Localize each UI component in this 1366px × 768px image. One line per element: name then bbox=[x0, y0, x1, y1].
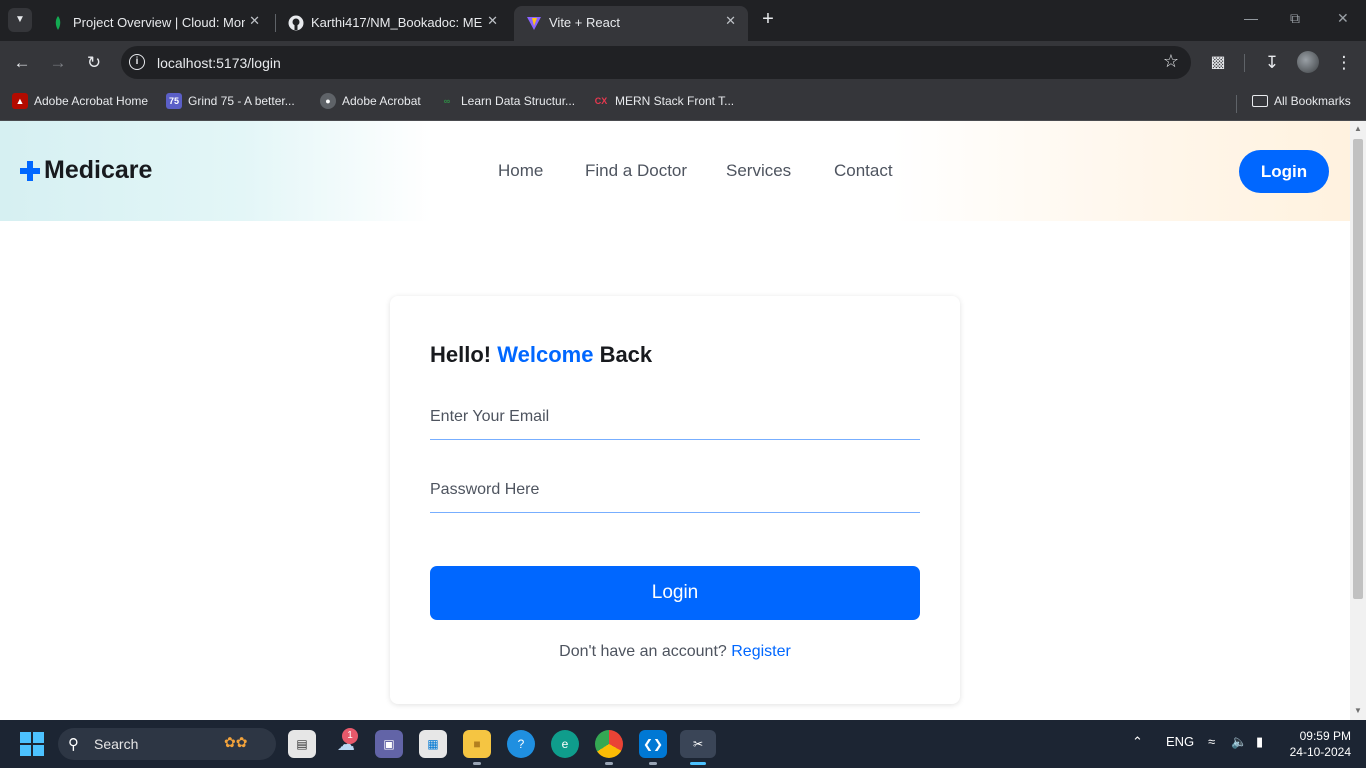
clock-date: 24-10-2024 bbox=[1289, 745, 1351, 759]
geeksforgeeks-icon: ∞ bbox=[443, 96, 451, 106]
microsoft-store-icon[interactable]: ▦ bbox=[419, 730, 447, 758]
tab-title: Project Overview | Cloud: MongoDB Cloud bbox=[73, 15, 245, 30]
vscode-icon[interactable]: ❮❯ bbox=[639, 730, 667, 765]
bookmark-grind-75[interactable]: 75 Grind 75 - A better... bbox=[166, 93, 295, 109]
site-header: Medicare Home Find a Doctor Services Con… bbox=[0, 121, 1350, 221]
toolbar-separator bbox=[1244, 54, 1245, 72]
task-view-icon[interactable]: ▤ bbox=[288, 730, 316, 758]
snipping-tool-icon[interactable]: ✂ bbox=[680, 730, 716, 765]
nav-home[interactable]: Home bbox=[498, 161, 543, 181]
back-icon[interactable]: ← bbox=[10, 51, 34, 75]
title-back: Back bbox=[599, 342, 653, 367]
bookmark-label: Adobe Acrobat bbox=[342, 94, 421, 108]
all-bookmarks[interactable]: All Bookmarks bbox=[1252, 93, 1351, 108]
all-bookmarks-label: All Bookmarks bbox=[1274, 93, 1351, 108]
address-bar[interactable]: i localhost:5173/login ☆ bbox=[121, 46, 1191, 79]
clock-time: 09:59 PM bbox=[1299, 729, 1351, 743]
tab-github[interactable]: Karthi417/NM_Bookadoc: MERN ✕ bbox=[276, 6, 510, 41]
vite-icon bbox=[527, 17, 541, 30]
folder-icon bbox=[1252, 94, 1268, 107]
header-login-button[interactable]: Login bbox=[1239, 150, 1329, 193]
taskbar-search-label: Search bbox=[94, 736, 139, 752]
login-submit-button[interactable]: Login bbox=[430, 566, 920, 620]
tray-overflow-icon[interactable]: ⌃ bbox=[1132, 734, 1143, 750]
tab-vite-react[interactable]: Vite + React ✕ bbox=[514, 6, 748, 41]
reload-icon[interactable]: ↻ bbox=[82, 51, 106, 75]
mongodb-leaf-icon bbox=[55, 16, 61, 30]
nav-find-a-doctor[interactable]: Find a Doctor bbox=[585, 161, 687, 181]
bookmark-label: Learn Data Structur... bbox=[461, 94, 576, 108]
github-icon bbox=[288, 15, 304, 31]
tab-close-icon[interactable]: ✕ bbox=[249, 13, 260, 29]
title-welcome: Welcome bbox=[497, 342, 594, 367]
battery-icon[interactable]: ▮ bbox=[1256, 734, 1263, 750]
email-input[interactable] bbox=[430, 394, 920, 440]
tab-title: Karthi417/NM_Bookadoc: MERN bbox=[311, 15, 483, 30]
windows-start-icon[interactable] bbox=[20, 732, 44, 756]
nav-services[interactable]: Services bbox=[726, 161, 791, 181]
notification-badge: 1 bbox=[342, 728, 358, 744]
tab-search-button[interactable]: ▼ bbox=[8, 8, 32, 32]
scroll-down-icon[interactable]: ▼ bbox=[1353, 706, 1363, 715]
file-explorer-icon[interactable]: ■ bbox=[463, 730, 491, 765]
bookmark-star-icon[interactable]: ☆ bbox=[1163, 51, 1179, 72]
edge-icon[interactable]: e bbox=[551, 730, 579, 758]
menu-kebab-icon[interactable]: ⋮ bbox=[1332, 51, 1356, 75]
bookmark-adobe-acrobat[interactable]: ● Adobe Acrobat bbox=[320, 93, 421, 109]
site-info-icon[interactable]: i bbox=[129, 54, 145, 70]
register-link[interactable]: Register bbox=[731, 643, 791, 660]
bookmark-mern-stack[interactable]: CX MERN Stack Front T... bbox=[593, 93, 734, 109]
register-prompt-text: Don't have an account? bbox=[559, 643, 727, 660]
chrome-icon[interactable] bbox=[595, 730, 623, 765]
grind75-icon: 75 bbox=[166, 93, 182, 109]
search-highlight-icon: ✿✿ bbox=[224, 734, 248, 750]
search-icon: ⚲ bbox=[68, 736, 79, 753]
profile-avatar[interactable] bbox=[1297, 51, 1319, 73]
minimize-icon[interactable]: — bbox=[1244, 10, 1258, 26]
tab-close-icon[interactable]: ✕ bbox=[487, 13, 498, 29]
nav-contact[interactable]: Contact bbox=[834, 161, 893, 181]
bookmark-label: Grind 75 - A better... bbox=[188, 94, 295, 108]
register-prompt: Don't have an account? Register bbox=[390, 643, 960, 661]
volume-icon[interactable]: 🔈 bbox=[1231, 734, 1247, 750]
adobe-pdf-icon: ▲ bbox=[12, 93, 28, 109]
bookmarks-separator bbox=[1236, 95, 1237, 113]
medical-cross-icon bbox=[20, 161, 40, 181]
tab-close-icon[interactable]: ✕ bbox=[725, 13, 736, 29]
new-tab-icon[interactable]: + bbox=[758, 8, 778, 32]
scroll-up-icon[interactable]: ▲ bbox=[1353, 124, 1363, 133]
forward-icon[interactable]: → bbox=[46, 51, 70, 75]
login-title: Hello! Welcome Back bbox=[430, 342, 652, 368]
tab-mongodb[interactable]: Project Overview | Cloud: MongoDB Cloud … bbox=[38, 6, 272, 41]
page-scrollbar[interactable]: ▲ ▼ bbox=[1350, 121, 1366, 720]
window-close-icon[interactable]: ✕ bbox=[1337, 10, 1349, 27]
cx-icon: CX bbox=[594, 96, 608, 106]
bookmarks-bar: ▲ Adobe Acrobat Home 75 Grind 75 - A bette… bbox=[0, 85, 1366, 121]
scrollbar-thumb[interactable] bbox=[1353, 139, 1363, 599]
url-text[interactable]: localhost:5173/login bbox=[157, 55, 281, 71]
windows-taskbar: ⚲ Search ✿✿ ▤ ☁ 1 ▣ ▦ ■ ? e ❮❯ ✂ ⌃ ENG ≈… bbox=[0, 720, 1366, 768]
globe-icon: ● bbox=[320, 93, 336, 109]
taskbar-search[interactable]: ⚲ Search ✿✿ bbox=[58, 728, 276, 760]
downloads-icon[interactable]: ↧ bbox=[1260, 51, 1284, 75]
system-clock[interactable]: 09:59 PM 24-10-2024 bbox=[1283, 728, 1351, 760]
bookmark-adobe-acrobat-home[interactable]: ▲ Adobe Acrobat Home bbox=[12, 93, 148, 109]
language-indicator[interactable]: ENG bbox=[1166, 734, 1194, 749]
bookmark-label: Adobe Acrobat Home bbox=[34, 94, 149, 108]
bookmark-learn-data-structures[interactable]: ∞ Learn Data Structur... bbox=[439, 93, 575, 109]
login-card: Hello! Welcome Back Login Don't have an … bbox=[390, 296, 960, 704]
restore-icon[interactable]: ⧉ bbox=[1290, 10, 1300, 27]
bookmark-label: MERN Stack Front T... bbox=[615, 94, 735, 108]
brand-name: Medicare bbox=[44, 156, 153, 184]
get-help-icon[interactable]: ? bbox=[507, 730, 535, 758]
tab-title: Vite + React bbox=[549, 15, 620, 30]
wifi-icon[interactable]: ≈ bbox=[1208, 734, 1215, 749]
extensions-icon[interactable]: ▩ bbox=[1206, 51, 1230, 75]
page-viewport: Medicare Home Find a Doctor Services Con… bbox=[0, 121, 1350, 720]
teams-chat-icon[interactable]: ▣ bbox=[375, 730, 403, 758]
password-input[interactable] bbox=[430, 467, 920, 513]
title-hello: Hello! bbox=[430, 342, 492, 367]
browser-toolbar: ← → ↻ i localhost:5173/login ☆ ▩ ↧ ⋮ bbox=[0, 41, 1366, 85]
browser-tab-strip: ▼ Project Overview | Cloud: MongoDB Clou… bbox=[0, 0, 1366, 41]
